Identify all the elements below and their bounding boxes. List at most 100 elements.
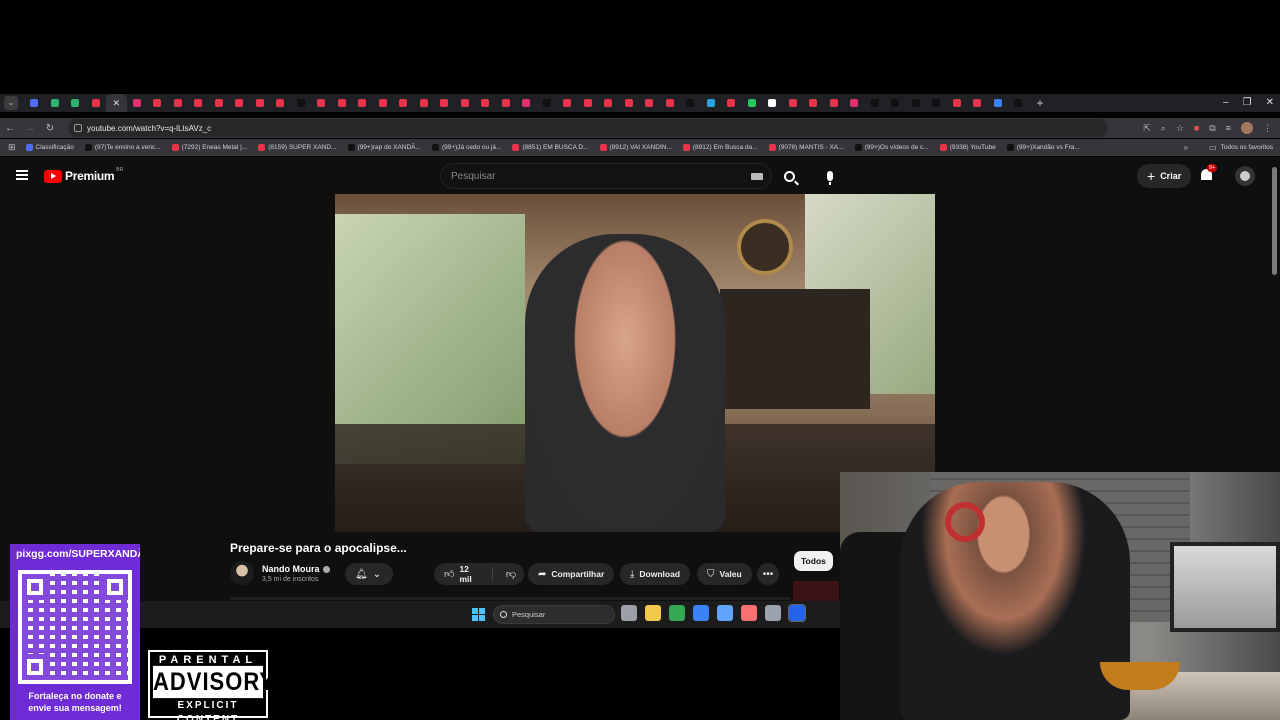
- voice-search-button[interactable]: [817, 163, 843, 189]
- bookmark-item[interactable]: (7292) Eneas Metal |...: [171, 144, 247, 151]
- bookmark-item[interactable]: (99+)Os vídeos de c...: [854, 144, 929, 151]
- bookmark-item[interactable]: (8159) SUPER XAND...: [258, 144, 337, 151]
- browser-tab[interactable]: [393, 94, 414, 112]
- browser-tab[interactable]: [516, 94, 537, 112]
- taskbar-app-icon[interactable]: [765, 605, 781, 621]
- browser-tab[interactable]: [434, 94, 455, 112]
- browser-tab[interactable]: [86, 94, 107, 112]
- browser-tab[interactable]: [352, 94, 373, 112]
- channel-name[interactable]: Nando Moura: [262, 564, 330, 574]
- browser-tab[interactable]: [926, 94, 947, 112]
- browser-tab[interactable]: [906, 94, 927, 112]
- taskbar-app-icon[interactable]: [669, 605, 685, 621]
- filter-chip-all[interactable]: Todos: [794, 551, 833, 571]
- browser-tab[interactable]: [475, 94, 496, 112]
- site-info-icon[interactable]: [74, 124, 82, 132]
- keyboard-icon[interactable]: [751, 173, 763, 180]
- taskbar-app-icon[interactable]: [741, 605, 757, 621]
- bookmark-item[interactable]: (97)Te ensino a venc...: [84, 144, 161, 151]
- browser-tab[interactable]: [557, 94, 578, 112]
- taskbar-app-icon[interactable]: [621, 605, 637, 621]
- browser-tab[interactable]: [578, 94, 599, 112]
- notifications-button[interactable]: 9+: [1200, 164, 1218, 183]
- subscription-bell-button[interactable]: 🔔︎ ⌄: [345, 563, 393, 585]
- download-button[interactable]: ⤓ Download: [620, 563, 691, 585]
- browser-tab[interactable]: [65, 94, 86, 112]
- browser-tab[interactable]: [1008, 94, 1029, 112]
- description-box[interactable]: [230, 597, 790, 600]
- more-actions-button[interactable]: •••: [757, 563, 779, 585]
- browser-tab[interactable]: [311, 94, 332, 112]
- browser-tab[interactable]: [865, 94, 886, 112]
- dislike-button[interactable]: 👎︎: [498, 568, 524, 580]
- close-tab-icon[interactable]: ✕: [112, 99, 120, 108]
- bookmark-item[interactable]: (99+)Já cedo ou já...: [431, 144, 501, 151]
- search-input[interactable]: Pesquisar: [440, 163, 772, 189]
- more-bookmarks-icon[interactable]: »: [1183, 139, 1188, 156]
- search-button[interactable]: [775, 163, 803, 189]
- browser-tab[interactable]: [619, 94, 640, 112]
- browser-tab[interactable]: [270, 94, 291, 112]
- address-bar[interactable]: youtube.com/watch?v=q-lLtsAVz_c: [68, 119, 1108, 137]
- browser-tab[interactable]: [250, 94, 271, 112]
- install-app-icon[interactable]: ⇱: [1143, 120, 1151, 136]
- browser-tab[interactable]: [24, 94, 45, 112]
- taskbar-app-icon[interactable]: [645, 605, 661, 621]
- browser-tab[interactable]: [188, 94, 209, 112]
- bookmark-item[interactable]: (9078) MANTIS - XA...: [768, 144, 844, 151]
- close-window-button[interactable]: ✕: [1266, 94, 1274, 112]
- browser-tab[interactable]: [721, 94, 742, 112]
- minimize-button[interactable]: –: [1223, 94, 1229, 112]
- browser-tab[interactable]: [988, 94, 1009, 112]
- browser-tab[interactable]: [783, 94, 804, 112]
- menu-icon[interactable]: [16, 170, 28, 180]
- browser-tab[interactable]: [885, 94, 906, 112]
- taskbar-app-icon[interactable]: [717, 605, 733, 621]
- windows-start-icon[interactable]: [472, 608, 485, 621]
- bookmark-item[interactable]: (99+)Xandão vs Fra...: [1006, 144, 1080, 151]
- browser-tab[interactable]: [127, 94, 148, 112]
- browser-tab[interactable]: [947, 94, 968, 112]
- bookmark-item[interactable]: (8912) VAI XANDIN...: [599, 144, 672, 151]
- browser-tab[interactable]: [701, 94, 722, 112]
- restore-button[interactable]: ❐: [1243, 94, 1252, 112]
- back-icon[interactable]: ←: [0, 123, 20, 134]
- browser-tab[interactable]: [762, 94, 783, 112]
- browser-tab[interactable]: [844, 94, 865, 112]
- bookmark-item[interactable]: (8851) EM BUSCA D...: [512, 144, 589, 151]
- share-button[interactable]: ➦ Compartilhar: [528, 563, 615, 585]
- bookmark-item[interactable]: (9338) YouTube: [939, 144, 996, 151]
- account-avatar[interactable]: [1235, 166, 1255, 186]
- taskbar-search[interactable]: Pesquisar: [493, 605, 615, 624]
- browser-tab[interactable]: [168, 94, 189, 112]
- zoom-icon[interactable]: ⌕: [1161, 120, 1166, 136]
- bookmark-item[interactable]: (8912) Em Busca da...: [682, 144, 758, 151]
- channel-avatar[interactable]: [230, 561, 254, 585]
- browser-tab[interactable]: [824, 94, 845, 112]
- browser-tab[interactable]: [209, 94, 230, 112]
- create-button[interactable]: + Criar: [1137, 164, 1192, 188]
- profile-avatar[interactable]: [1241, 122, 1253, 134]
- browser-menu-icon[interactable]: ⋮: [1263, 120, 1272, 136]
- like-button[interactable]: 👍︎ 12 mil: [434, 564, 493, 584]
- browser-tab[interactable]: [455, 94, 476, 112]
- thanks-button[interactable]: ⛉ Valeu: [697, 563, 752, 585]
- forward-icon[interactable]: →: [20, 123, 40, 134]
- browser-tab[interactable]: [803, 94, 824, 112]
- new-tab-button[interactable]: +: [1037, 96, 1044, 110]
- browser-tab[interactable]: [147, 94, 168, 112]
- reload-icon[interactable]: ↻: [40, 123, 60, 134]
- browser-tab[interactable]: [680, 94, 701, 112]
- browser-tab[interactable]: ✕: [106, 94, 127, 112]
- extensions-puzzle-icon[interactable]: ⧉: [1209, 120, 1215, 136]
- bookmark-item[interactable]: Classificação: [25, 144, 74, 151]
- apps-grid-icon[interactable]: ⊞: [8, 142, 16, 153]
- page-scrollbar[interactable]: [1272, 167, 1277, 275]
- bookmark-star-icon[interactable]: ☆: [1176, 120, 1184, 136]
- all-bookmarks-button[interactable]: ▭ Todos os favoritos: [1199, 139, 1273, 156]
- browser-tab[interactable]: [332, 94, 353, 112]
- browser-tab[interactable]: [967, 94, 988, 112]
- extension-icon[interactable]: ■: [1194, 120, 1199, 136]
- browser-tab[interactable]: [496, 94, 517, 112]
- browser-tab[interactable]: [229, 94, 250, 112]
